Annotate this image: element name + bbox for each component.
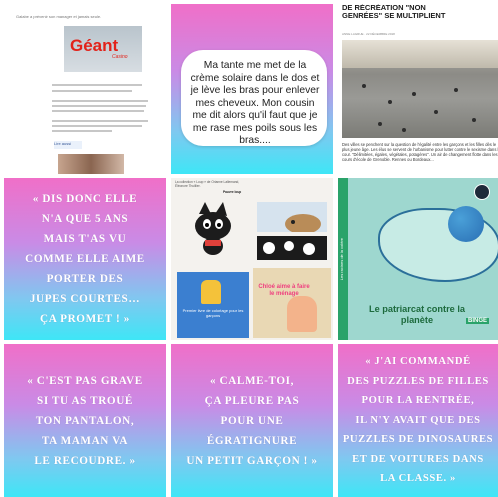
quote-tile-2[interactable]: « C'est pas grave si tu as troué ton pan… — [4, 344, 166, 497]
news-tile[interactable]: DE RÉCRÉATION "NON GENRÉES" SE MULTIPLIE… — [338, 4, 498, 174]
speech-bubble: Ma tante me met de la crème solaire dans… — [181, 50, 327, 146]
schoolyard-photo — [342, 40, 498, 138]
store-brand-sub: Casino — [112, 54, 128, 60]
quote-text: « Calme-toi, ça pleure pas pour une égra… — [186, 374, 318, 467]
girl-figure — [287, 296, 317, 332]
person — [412, 92, 416, 96]
person — [402, 128, 406, 132]
binge-badge: BINGE — [466, 318, 490, 324]
news-meta: ANNE LAGRUE · 22 DÉCEMBRE 2018 — [342, 32, 395, 36]
quote-text: « J'ai commandé des puzzles de filles po… — [342, 356, 494, 485]
books-tile[interactable]: La collection « Loup » de Orianne Lallem… — [171, 178, 333, 340]
book-cover-blue[interactable]: Premier livre de coloriage pour les garç… — [177, 272, 249, 338]
news-title: DE RÉCRÉATION "NON GENRÉES" SE MULTIPLIE… — [342, 4, 446, 20]
avatar[interactable] — [474, 184, 490, 200]
person — [362, 84, 366, 88]
read-also-link[interactable]: Lire aussi — [54, 141, 82, 149]
person — [388, 100, 392, 104]
planet-tile[interactable]: Les racines de la colère Le patriarcat c… — [338, 178, 498, 340]
text-line — [52, 125, 142, 127]
blue-book-title: Premier livre de coloriage pour les garç… — [182, 308, 244, 318]
books-caption: La collection « Loup » de Orianne Lallem… — [175, 180, 240, 188]
quote-text: « C'est pas grave si tu as troué ton pan… — [27, 374, 143, 467]
planet-title: Le patriarcat contre la planète — [369, 304, 465, 325]
text-line — [52, 105, 146, 107]
quote-tile-4[interactable]: « J'ai commandé des puzzles de filles po… — [338, 344, 498, 497]
bubble-text: Ma tante me met de la crème solaire dans… — [190, 60, 320, 146]
quote-text: « Dis donc elle n'a que 5 ans mais t'as … — [25, 193, 145, 325]
wolf-book-illustration — [195, 202, 231, 255]
quote-box: « J'ai commandé des puzzles de filles po… — [338, 344, 498, 497]
child-figure — [201, 280, 221, 304]
store-brand: Géant — [70, 36, 119, 55]
wolf-book-title: Pauvre loup — [223, 190, 242, 194]
text-line — [52, 120, 148, 122]
person — [434, 110, 438, 114]
text-line — [52, 100, 148, 102]
news-body: Des villes se penchent sur la question d… — [342, 142, 498, 162]
quote-box: « Dis donc elle n'a que 5 ans mais t'as … — [4, 178, 166, 340]
person — [378, 122, 382, 126]
quote-tile-1[interactable]: « Dis donc elle n'a que 5 ans mais t'as … — [4, 178, 166, 340]
text-line — [52, 130, 112, 132]
person — [454, 88, 458, 92]
globe-icon — [448, 206, 484, 242]
quote-box: « Calme-toi, ça pleure pas pour une égra… — [171, 344, 333, 497]
book-cover-black[interactable] — [257, 236, 327, 260]
building — [342, 40, 498, 68]
hedgehog-icon — [285, 214, 321, 234]
quote-tile-3[interactable]: « Calme-toi, ça pleure pas pour une égra… — [171, 344, 333, 497]
text-line — [52, 110, 144, 112]
store-photo: Géant Casino — [64, 26, 142, 72]
text-line — [52, 84, 142, 86]
article-lead: Galabe a prévenir son manager et jamais … — [16, 14, 102, 19]
book-cover-pink[interactable]: Chloé aime à faire le ménage — [253, 268, 331, 338]
person — [472, 118, 476, 122]
side-text: Les racines de la colère — [339, 238, 344, 281]
speech-bubble-tile[interactable]: Ma tante me met de la crème solaire dans… — [171, 4, 333, 174]
book-cover-sky[interactable] — [257, 202, 327, 234]
white-figures-icon — [263, 241, 315, 255]
side-band: Les racines de la colère — [338, 178, 348, 340]
text-line — [52, 90, 132, 92]
article-tile[interactable]: Galabe a prévenir son manager et jamais … — [4, 4, 166, 174]
article-thumbnail[interactable] — [58, 154, 124, 174]
quote-box: « C'est pas grave si tu as troué ton pan… — [4, 344, 166, 497]
